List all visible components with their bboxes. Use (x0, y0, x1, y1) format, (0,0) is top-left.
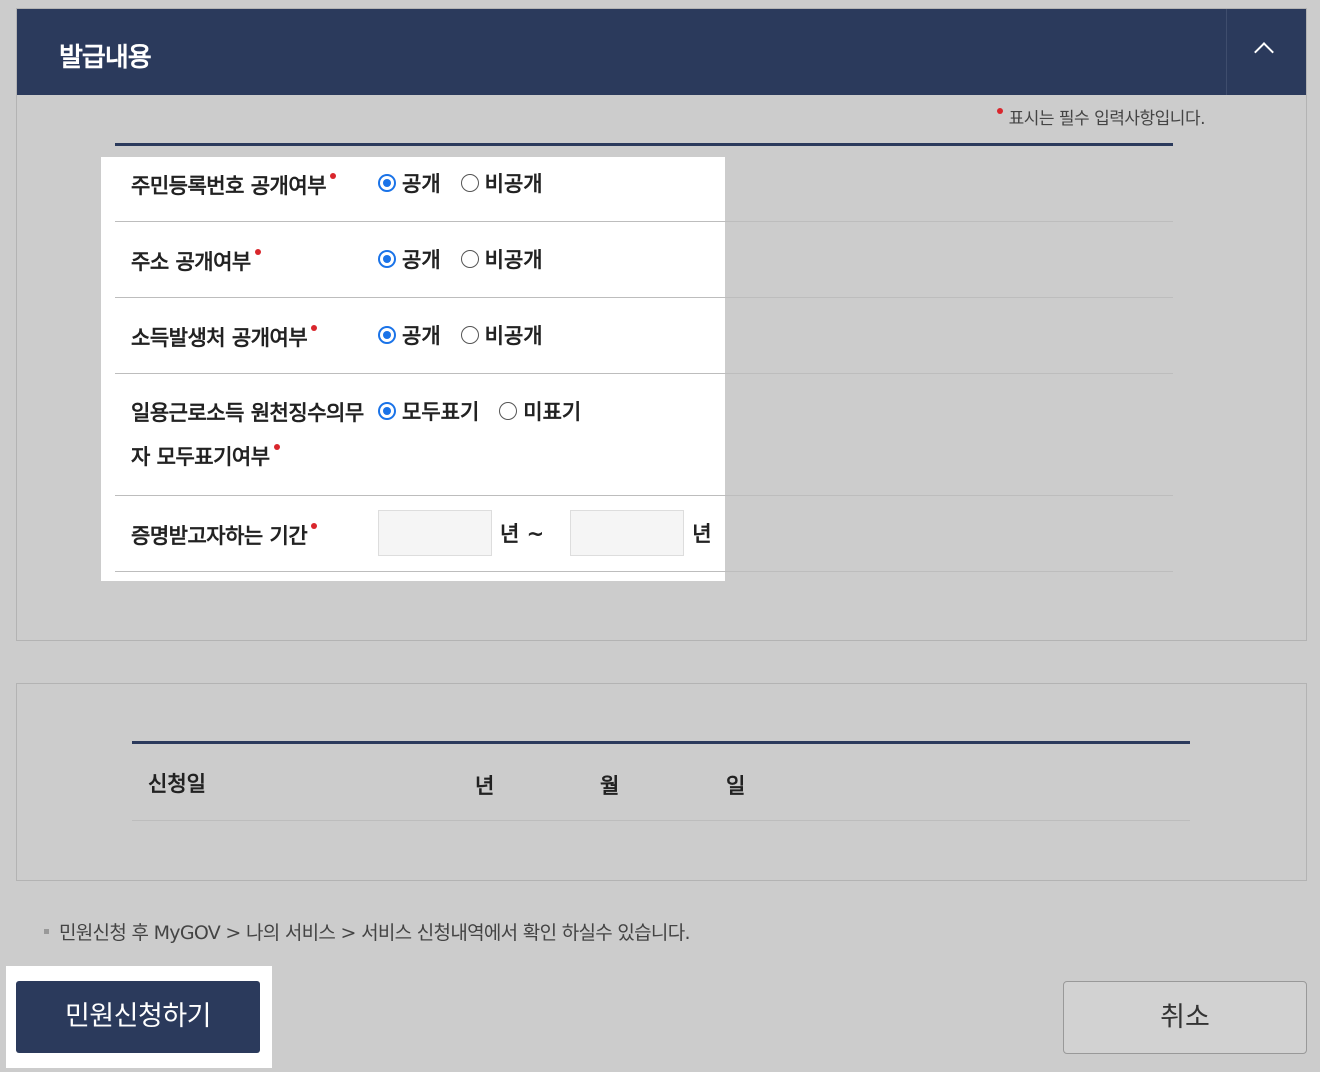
panel-title: 발급내용 (59, 43, 152, 73)
required-note: 표시는 필수 입력사항입니다. (996, 104, 1206, 129)
date-label: 신청일 (148, 772, 206, 796)
unit-label: 년 ~ (500, 522, 545, 546)
month-unit: 월 (600, 774, 620, 798)
address-radio-group: 공개 비공개 (378, 244, 563, 274)
radio-unchecked-icon[interactable] (460, 250, 479, 268)
radio-rrn-public[interactable]: 공개 (378, 168, 441, 198)
field-label: 주민등록번호 공개여부 (131, 170, 342, 200)
required-dot-icon (311, 523, 318, 529)
radio-show-all[interactable]: 모두표기 (378, 396, 479, 426)
submit-button[interactable]: 민원신청하기 (16, 981, 260, 1053)
panel-header: 발급내용 (17, 9, 1306, 95)
radio-unchecked-icon[interactable] (460, 174, 479, 192)
submit-highlight: 민원신청하기 (6, 966, 272, 1068)
required-dot-icon (311, 325, 318, 331)
required-dot-icon (254, 249, 261, 255)
radio-address-public[interactable]: 공개 (378, 244, 441, 274)
field-label: 소득발생처 공개여부 (131, 322, 323, 352)
period-to-input[interactable] (570, 510, 685, 556)
daily-income-radio-group: 모두표기 미표기 (378, 396, 601, 426)
chevron-up-icon (1254, 42, 1274, 62)
radio-checked-icon[interactable] (378, 250, 396, 268)
radio-checked-icon[interactable] (378, 326, 396, 344)
field-label: 증명받고자하는 기간 (131, 520, 323, 550)
application-date-panel: 신청일 년 월 일 (16, 683, 1307, 881)
radio-checked-icon[interactable] (378, 174, 396, 192)
year-unit: 년 (475, 774, 495, 798)
form-row-rrn: 주민등록번호 공개여부 공개 비공개 (115, 146, 1173, 222)
required-dot-icon (996, 108, 1003, 114)
period-inputs: 년 ~ 년 (378, 510, 712, 556)
radio-address-private[interactable]: 비공개 (460, 244, 543, 274)
required-dot-icon (273, 444, 280, 450)
form-row-address: 주소 공개여부 공개 비공개 (115, 222, 1173, 298)
field-label: 주소 공개여부 (131, 246, 267, 276)
radio-income-private[interactable]: 비공개 (460, 320, 543, 350)
cancel-button[interactable]: 취소 (1063, 981, 1307, 1054)
income-radio-group: 공개 비공개 (378, 320, 563, 350)
issuance-form: 주민등록번호 공개여부 공개 비공개 주소 공개여부 공개 비공개 소득발생처 … (115, 143, 1173, 572)
radio-rrn-private[interactable]: 비공개 (460, 168, 543, 198)
radio-income-public[interactable]: 공개 (378, 320, 441, 350)
unit-label: 년 (692, 522, 712, 546)
collapse-button[interactable] (1226, 9, 1306, 95)
form-row-daily-income: 일용근로소득 원천징수의무 자 모두표기여부 모두표기 미표기 (115, 374, 1173, 496)
bullet-icon (44, 929, 49, 934)
required-dot-icon (330, 173, 337, 179)
notice-text: 민원신청 후 MyGOV > 나의 서비스 > 서비스 신청내역에서 확인 하실… (44, 918, 691, 945)
radio-unchecked-icon[interactable] (499, 402, 518, 420)
field-label: 일용근로소득 원천징수의무 자 모두표기여부 (131, 401, 364, 469)
radio-checked-icon[interactable] (378, 402, 396, 420)
day-unit: 일 (726, 774, 746, 798)
period-from-input[interactable] (378, 510, 492, 556)
form-row-income-source: 소득발생처 공개여부 공개 비공개 (115, 298, 1173, 374)
radio-unchecked-icon[interactable] (460, 326, 479, 344)
application-date-row: 신청일 년 월 일 (132, 741, 1190, 821)
rrn-radio-group: 공개 비공개 (378, 168, 563, 198)
form-row-period: 증명받고자하는 기간 년 ~ 년 (115, 496, 1173, 572)
radio-no-show[interactable]: 미표기 (499, 396, 581, 426)
